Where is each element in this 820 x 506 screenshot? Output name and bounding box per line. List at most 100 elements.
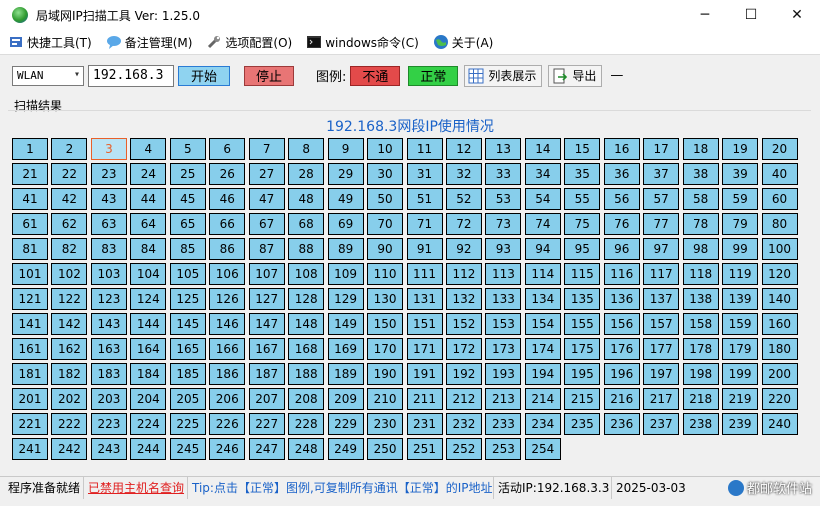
ip-cell[interactable]: 45 <box>169 188 206 210</box>
hostname-query-link[interactable]: 已禁用主机名查询 <box>84 476 188 499</box>
ip-cell[interactable]: 108 <box>288 263 325 285</box>
ip-cell[interactable]: 232 <box>445 413 482 435</box>
ip-cell[interactable]: 24 <box>130 163 167 185</box>
ip-cell[interactable]: 91 <box>406 238 443 260</box>
ip-cell[interactable]: 71 <box>406 213 443 235</box>
legend-offline-button[interactable]: 不通 <box>350 65 401 86</box>
ip-cell[interactable]: 185 <box>169 363 206 385</box>
ip-cell[interactable]: 73 <box>485 213 522 235</box>
ip-cell[interactable]: 227 <box>248 413 285 435</box>
ip-cell[interactable]: 200 <box>761 363 798 385</box>
ip-cell[interactable]: 16 <box>603 138 640 160</box>
ip-cell[interactable]: 236 <box>603 413 640 435</box>
ip-cell[interactable]: 26 <box>209 163 246 185</box>
ip-cell[interactable]: 239 <box>722 413 759 435</box>
ip-cell[interactable]: 168 <box>288 338 325 360</box>
ip-cell[interactable]: 146 <box>209 313 246 335</box>
stop-button[interactable]: 停止 <box>244 65 294 86</box>
ip-cell[interactable]: 122 <box>51 288 88 310</box>
ip-cell[interactable]: 194 <box>524 363 561 385</box>
ip-cell[interactable]: 123 <box>90 288 127 310</box>
ip-cell[interactable]: 228 <box>288 413 325 435</box>
ip-cell[interactable]: 5 <box>169 138 206 160</box>
ip-cell[interactable]: 34 <box>524 163 561 185</box>
ip-cell[interactable]: 134 <box>524 288 561 310</box>
ip-cell[interactable]: 195 <box>564 363 601 385</box>
ip-cell[interactable]: 117 <box>643 263 680 285</box>
ip-cell[interactable]: 253 <box>485 438 522 460</box>
ip-cell[interactable]: 85 <box>169 238 206 260</box>
menu-about[interactable]: 关于(A) <box>433 34 493 51</box>
ip-cell[interactable]: 251 <box>406 438 443 460</box>
ip-cell[interactable]: 27 <box>248 163 285 185</box>
ip-cell[interactable]: 39 <box>722 163 759 185</box>
ip-cell[interactable]: 211 <box>406 388 443 410</box>
ip-cell[interactable]: 193 <box>485 363 522 385</box>
ip-cell[interactable]: 79 <box>722 213 759 235</box>
export-button[interactable]: 导出 <box>548 64 603 87</box>
ip-cell[interactable]: 126 <box>209 288 246 310</box>
ip-cell[interactable]: 161 <box>12 338 48 360</box>
minimize-button[interactable]: ─ <box>682 0 728 30</box>
ip-cell[interactable]: 118 <box>682 263 719 285</box>
ip-cell[interactable]: 61 <box>12 213 48 235</box>
ip-cell[interactable]: 99 <box>722 238 759 260</box>
ip-cell[interactable]: 19 <box>722 138 759 160</box>
ip-cell[interactable]: 205 <box>169 388 206 410</box>
ip-cell[interactable]: 208 <box>288 388 325 410</box>
ip-cell[interactable]: 162 <box>51 338 88 360</box>
ip-cell[interactable]: 225 <box>169 413 206 435</box>
ip-cell[interactable]: 207 <box>248 388 285 410</box>
ip-cell[interactable]: 197 <box>643 363 680 385</box>
ip-cell[interactable]: 17 <box>643 138 680 160</box>
ip-cell[interactable]: 231 <box>406 413 443 435</box>
menu-quick-tools[interactable]: 快捷工具(T) <box>8 34 92 51</box>
ip-cell[interactable]: 8 <box>288 138 325 160</box>
ip-cell[interactable]: 148 <box>288 313 325 335</box>
ip-cell[interactable]: 191 <box>406 363 443 385</box>
ip-cell[interactable]: 68 <box>288 213 325 235</box>
ip-cell[interactable]: 209 <box>327 388 364 410</box>
ip-cell[interactable]: 142 <box>51 313 88 335</box>
ip-cell[interactable]: 25 <box>169 163 206 185</box>
ip-cell[interactable]: 51 <box>406 188 443 210</box>
ip-cell[interactable]: 72 <box>445 213 482 235</box>
ip-cell[interactable]: 204 <box>130 388 167 410</box>
ip-cell[interactable]: 224 <box>130 413 167 435</box>
ip-cell[interactable]: 201 <box>12 388 48 410</box>
ip-cell[interactable]: 4 <box>130 138 167 160</box>
ip-cell[interactable]: 214 <box>524 388 561 410</box>
ip-cell[interactable]: 94 <box>524 238 561 260</box>
ip-cell[interactable]: 70 <box>367 213 404 235</box>
ip-cell[interactable]: 178 <box>682 338 719 360</box>
ip-cell[interactable]: 64 <box>130 213 167 235</box>
ip-cell[interactable]: 237 <box>643 413 680 435</box>
ip-cell[interactable]: 2 <box>51 138 88 160</box>
ip-cell[interactable]: 244 <box>130 438 167 460</box>
ip-cell[interactable]: 7 <box>248 138 285 160</box>
ip-cell[interactable]: 69 <box>327 213 364 235</box>
ip-cell[interactable]: 213 <box>485 388 522 410</box>
ip-cell[interactable]: 180 <box>761 338 798 360</box>
ip-cell[interactable]: 92 <box>445 238 482 260</box>
ip-cell[interactable]: 141 <box>12 313 48 335</box>
ip-cell[interactable]: 226 <box>209 413 246 435</box>
ip-cell[interactable]: 28 <box>288 163 325 185</box>
ip-cell[interactable]: 184 <box>130 363 167 385</box>
ip-cell[interactable]: 59 <box>722 188 759 210</box>
ip-cell[interactable]: 78 <box>682 213 719 235</box>
ip-cell[interactable]: 169 <box>327 338 364 360</box>
ip-cell[interactable]: 58 <box>682 188 719 210</box>
ip-cell[interactable]: 124 <box>130 288 167 310</box>
ip-cell[interactable]: 36 <box>603 163 640 185</box>
ip-cell[interactable]: 163 <box>90 338 127 360</box>
ip-cell[interactable]: 210 <box>367 388 404 410</box>
ip-cell[interactable]: 66 <box>209 213 246 235</box>
ip-cell[interactable]: 52 <box>445 188 482 210</box>
ip-cell[interactable]: 11 <box>406 138 443 160</box>
ip-cell[interactable]: 106 <box>209 263 246 285</box>
ip-cell[interactable]: 40 <box>761 163 798 185</box>
ip-cell[interactable]: 67 <box>248 213 285 235</box>
ip-cell[interactable]: 112 <box>445 263 482 285</box>
ip-cell[interactable]: 154 <box>524 313 561 335</box>
